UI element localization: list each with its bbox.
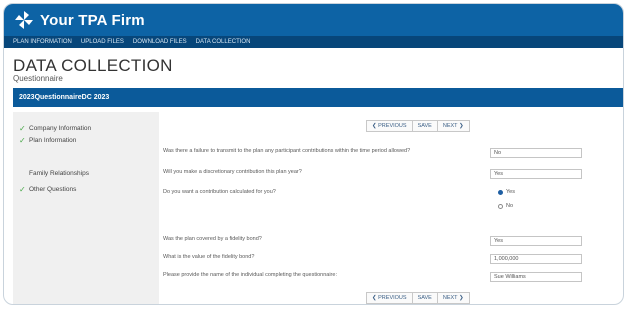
sidebar-item-other-questions[interactable]: ✓ Other Questions: [19, 185, 76, 194]
radio-unselected-icon: [498, 203, 503, 209]
question-label: Please provide the name of the individua…: [163, 272, 337, 278]
question-label: Will you make a discretionary contributi…: [163, 169, 302, 175]
sidebar-item-label: Family Relationships: [29, 170, 89, 177]
page-subtitle: Questionnaire: [13, 74, 63, 83]
sidebar-item-plan-information[interactable]: ✓ Plan Information: [19, 136, 76, 145]
checkmark-icon: ✓: [19, 185, 26, 194]
sidebar-item-label: Other Questions: [29, 186, 77, 193]
question-label: Do you want a contribution calculated fo…: [163, 189, 276, 195]
section-title: 2023QuestionnaireDC 2023: [19, 94, 110, 101]
radio-selected-icon: [498, 189, 503, 195]
nav-buttons-top: ❮ PREVIOUS SAVE NEXT ❯: [366, 120, 470, 132]
previous-button[interactable]: ❮ PREVIOUS: [367, 293, 413, 303]
sidebar-item-label: Company Information: [29, 125, 92, 132]
radio-option-no[interactable]: No: [498, 203, 513, 209]
next-button[interactable]: NEXT ❯: [438, 121, 469, 131]
sidebar-item-family-relationships[interactable]: Family Relationships: [19, 170, 89, 177]
menu-upload-files[interactable]: UPLOAD FILES: [81, 39, 124, 45]
pinwheel-logo-icon: [15, 11, 33, 29]
checkmark-icon: ✓: [19, 124, 26, 133]
menu-data-collection[interactable]: DATA COLLECTION: [196, 39, 251, 45]
answer-field[interactable]: No: [490, 148, 582, 158]
previous-button[interactable]: ❮ PREVIOUS: [367, 121, 413, 131]
save-button[interactable]: SAVE: [413, 121, 438, 131]
answer-field[interactable]: Sue Williams: [490, 272, 582, 282]
sidebar-item-label: Plan Information: [29, 137, 77, 144]
page-title: DATA COLLECTION: [13, 56, 173, 75]
chevron-right-icon: ❯: [459, 295, 464, 301]
chevron-left-icon: ❮: [372, 123, 377, 129]
section-title-bar: 2023QuestionnaireDC 2023: [13, 88, 623, 107]
answer-field[interactable]: Yes: [490, 169, 582, 179]
chevron-right-icon: ❯: [459, 123, 464, 129]
menu-plan-information[interactable]: PLAN INFORMATION: [13, 39, 72, 45]
sidebar: ✓ Company Information ✓ Plan Information…: [13, 112, 159, 304]
answer-field[interactable]: Yes: [490, 236, 582, 246]
brand-name: Your TPA Firm: [40, 11, 145, 29]
main-menu: PLAN INFORMATION UPLOAD FILES DOWNLOAD F…: [4, 36, 623, 48]
questionnaire-panel: ❮ PREVIOUS SAVE NEXT ❯ Was there a failu…: [161, 112, 623, 304]
header-bar: Your TPA Firm: [4, 4, 623, 36]
sidebar-item-company-information[interactable]: ✓ Company Information: [19, 124, 91, 133]
answer-field[interactable]: 1,000,000: [490, 254, 582, 264]
question-label: Was there a failure to transmit to the p…: [163, 148, 411, 154]
menu-download-files[interactable]: DOWNLOAD FILES: [133, 39, 187, 45]
chevron-left-icon: ❮: [372, 295, 377, 301]
app-frame: Your TPA Firm PLAN INFORMATION UPLOAD FI…: [3, 3, 624, 305]
radio-option-yes[interactable]: Yes: [498, 189, 515, 195]
save-button[interactable]: SAVE: [413, 293, 438, 303]
checkmark-icon: ✓: [19, 136, 26, 145]
nav-buttons-bottom: ❮ PREVIOUS SAVE NEXT ❯: [366, 292, 470, 304]
question-label: What is the value of the fidelity bond?: [163, 254, 255, 260]
question-label: Was the plan covered by a fidelity bond?: [163, 236, 262, 242]
next-button[interactable]: NEXT ❯: [438, 293, 469, 303]
